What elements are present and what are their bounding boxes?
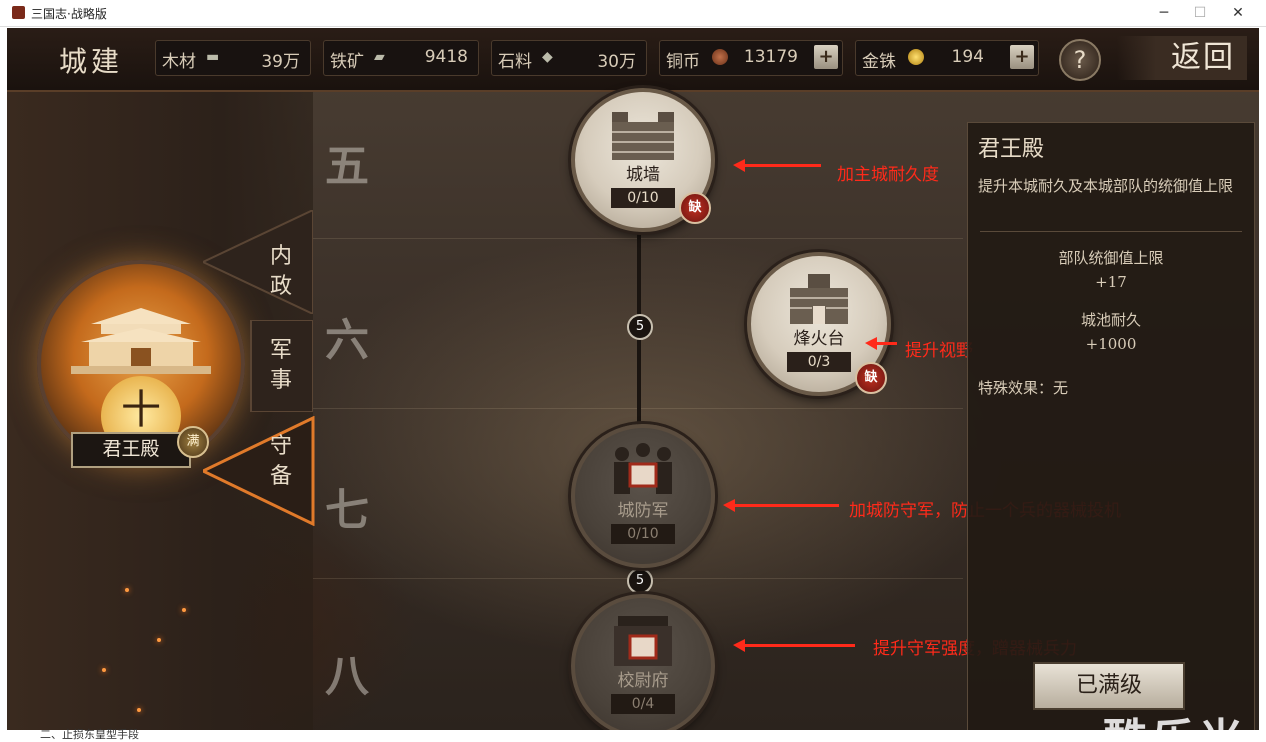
gold-coin-icon bbox=[908, 49, 924, 65]
page-title: 城建 bbox=[59, 45, 124, 78]
node-city-garrison[interactable]: 城防军 0/10 bbox=[571, 424, 715, 568]
stat-value: +1000 bbox=[1085, 335, 1137, 353]
resource-label: 铁矿 bbox=[330, 52, 364, 72]
special-effect: 特殊效果：无 bbox=[978, 379, 1069, 397]
lacking-badge: 缺 bbox=[679, 192, 711, 224]
building-info-panel: 君王殿 提升本城耐久及本城部队的统御值上限 部队统御值上限 +17 城池耐久 +… bbox=[967, 122, 1255, 730]
minimize-button[interactable]: ─ bbox=[1146, 2, 1182, 24]
stat-value: +17 bbox=[1095, 273, 1127, 291]
add-copper-button[interactable]: + bbox=[814, 45, 838, 69]
close-button[interactable]: ✕ bbox=[1220, 2, 1256, 24]
resource-wood: 木材 ▬ 39万 bbox=[155, 40, 311, 76]
back-button[interactable]: 返回 bbox=[1117, 36, 1247, 80]
footer-text: 二、止损东皇型手段 bbox=[40, 728, 139, 741]
node-name: 校尉府 bbox=[617, 671, 669, 691]
max-level-button[interactable]: 已满级 bbox=[1033, 662, 1185, 710]
stat-label: 城池耐久 bbox=[1080, 311, 1141, 329]
add-gold-button[interactable]: + bbox=[1010, 45, 1034, 69]
node-progress: 0/4 bbox=[611, 694, 675, 714]
resource-value: 9418 bbox=[424, 47, 468, 67]
row-label-5: 五 bbox=[325, 141, 369, 192]
app-icon bbox=[12, 6, 25, 19]
resource-label: 石料 bbox=[498, 52, 532, 72]
resource-label: 铜币 bbox=[666, 52, 700, 72]
tab-defense[interactable]: 守备 bbox=[247, 432, 315, 492]
game-viewport: 五 六 七 八 城建 木材 ▬ 39万 铁矿 ▰ 9418 石料 ◆ 30万 铜… bbox=[7, 28, 1259, 730]
resource-value: 194 bbox=[951, 47, 984, 67]
resource-gold: 金铢 194 + bbox=[855, 40, 1039, 76]
info-description: 提升本城耐久及本城部队的统御值上限 bbox=[978, 177, 1234, 195]
maximize-button[interactable]: ☐ bbox=[1182, 2, 1218, 24]
resource-value: 13179 bbox=[743, 47, 798, 67]
resource-value: 30万 bbox=[597, 52, 636, 72]
window-title: 三国志·战略版 bbox=[31, 7, 107, 21]
wood-icon: ▬ bbox=[206, 49, 220, 65]
copper-coin-icon bbox=[712, 49, 728, 65]
resource-value: 39万 bbox=[261, 52, 300, 72]
node-name: 城墙 bbox=[626, 165, 660, 185]
watermark: 酷乐米 bbox=[1103, 704, 1247, 730]
page-bottom-strip bbox=[0, 730, 1266, 738]
tab-label: 军事 bbox=[269, 338, 292, 393]
resource-iron: 铁矿 ▰ 9418 bbox=[323, 40, 479, 76]
resource-bar: 城建 木材 ▬ 39万 铁矿 ▰ 9418 石料 ◆ 30万 铜币 13179 … bbox=[7, 28, 1259, 92]
tab-interior[interactable]: 内政 bbox=[247, 242, 315, 302]
tab-military[interactable]: 军事 bbox=[247, 336, 315, 396]
palace-icon bbox=[71, 308, 211, 374]
resource-label: 金铢 bbox=[862, 52, 896, 72]
resource-label: 木材 bbox=[162, 52, 196, 72]
info-title: 君王殿 bbox=[978, 137, 1045, 162]
annotation-arrow bbox=[865, 337, 897, 350]
tab-label: 守备 bbox=[269, 434, 292, 489]
unlock-cost-badge: 5 bbox=[627, 568, 653, 594]
ember-particle bbox=[157, 638, 161, 642]
lacking-badge: 缺 bbox=[855, 362, 887, 394]
beacon-tower-icon bbox=[790, 274, 848, 324]
main-building-name: 君王殿 bbox=[71, 432, 191, 468]
ember-particle bbox=[125, 588, 129, 592]
wall-icon bbox=[612, 112, 674, 160]
fortress-icon bbox=[614, 616, 672, 666]
annotation-text: 提升视野 bbox=[905, 341, 973, 361]
tab-label: 内政 bbox=[269, 244, 292, 299]
row-label-7: 七 bbox=[325, 485, 369, 536]
annotation-arrow bbox=[733, 159, 821, 172]
help-button[interactable]: ? bbox=[1059, 39, 1101, 81]
node-progress: 0/10 bbox=[611, 188, 675, 208]
resource-stone: 石料 ◆ 30万 bbox=[491, 40, 647, 76]
divider bbox=[980, 231, 1242, 232]
node-progress: 0/3 bbox=[787, 352, 851, 372]
garrison-soldiers-icon bbox=[614, 443, 672, 494]
annotation-text: 加主城耐久度 bbox=[837, 165, 939, 185]
resource-copper: 铜币 13179 + bbox=[659, 40, 843, 76]
annotation-arrow bbox=[723, 499, 839, 512]
node-name: 城防军 bbox=[617, 501, 669, 521]
node-progress: 0/10 bbox=[611, 524, 675, 544]
row-label-8: 八 bbox=[325, 651, 369, 702]
unlock-cost-badge: 5 bbox=[627, 314, 653, 340]
window-titlebar: 三国志·战略版 ─ ☐ ✕ bbox=[0, 0, 1266, 27]
iron-icon: ▰ bbox=[374, 49, 385, 65]
ember-particle bbox=[137, 708, 141, 712]
ember-particle bbox=[102, 668, 106, 672]
annotation-arrow bbox=[733, 639, 855, 652]
stat-label: 部队统御值上限 bbox=[1058, 249, 1164, 267]
node-captain-office[interactable]: 校尉府 0/4 bbox=[571, 594, 715, 730]
stone-icon: ◆ bbox=[542, 49, 553, 65]
row-label-6: 六 bbox=[325, 315, 369, 366]
ember-particle bbox=[182, 608, 186, 612]
